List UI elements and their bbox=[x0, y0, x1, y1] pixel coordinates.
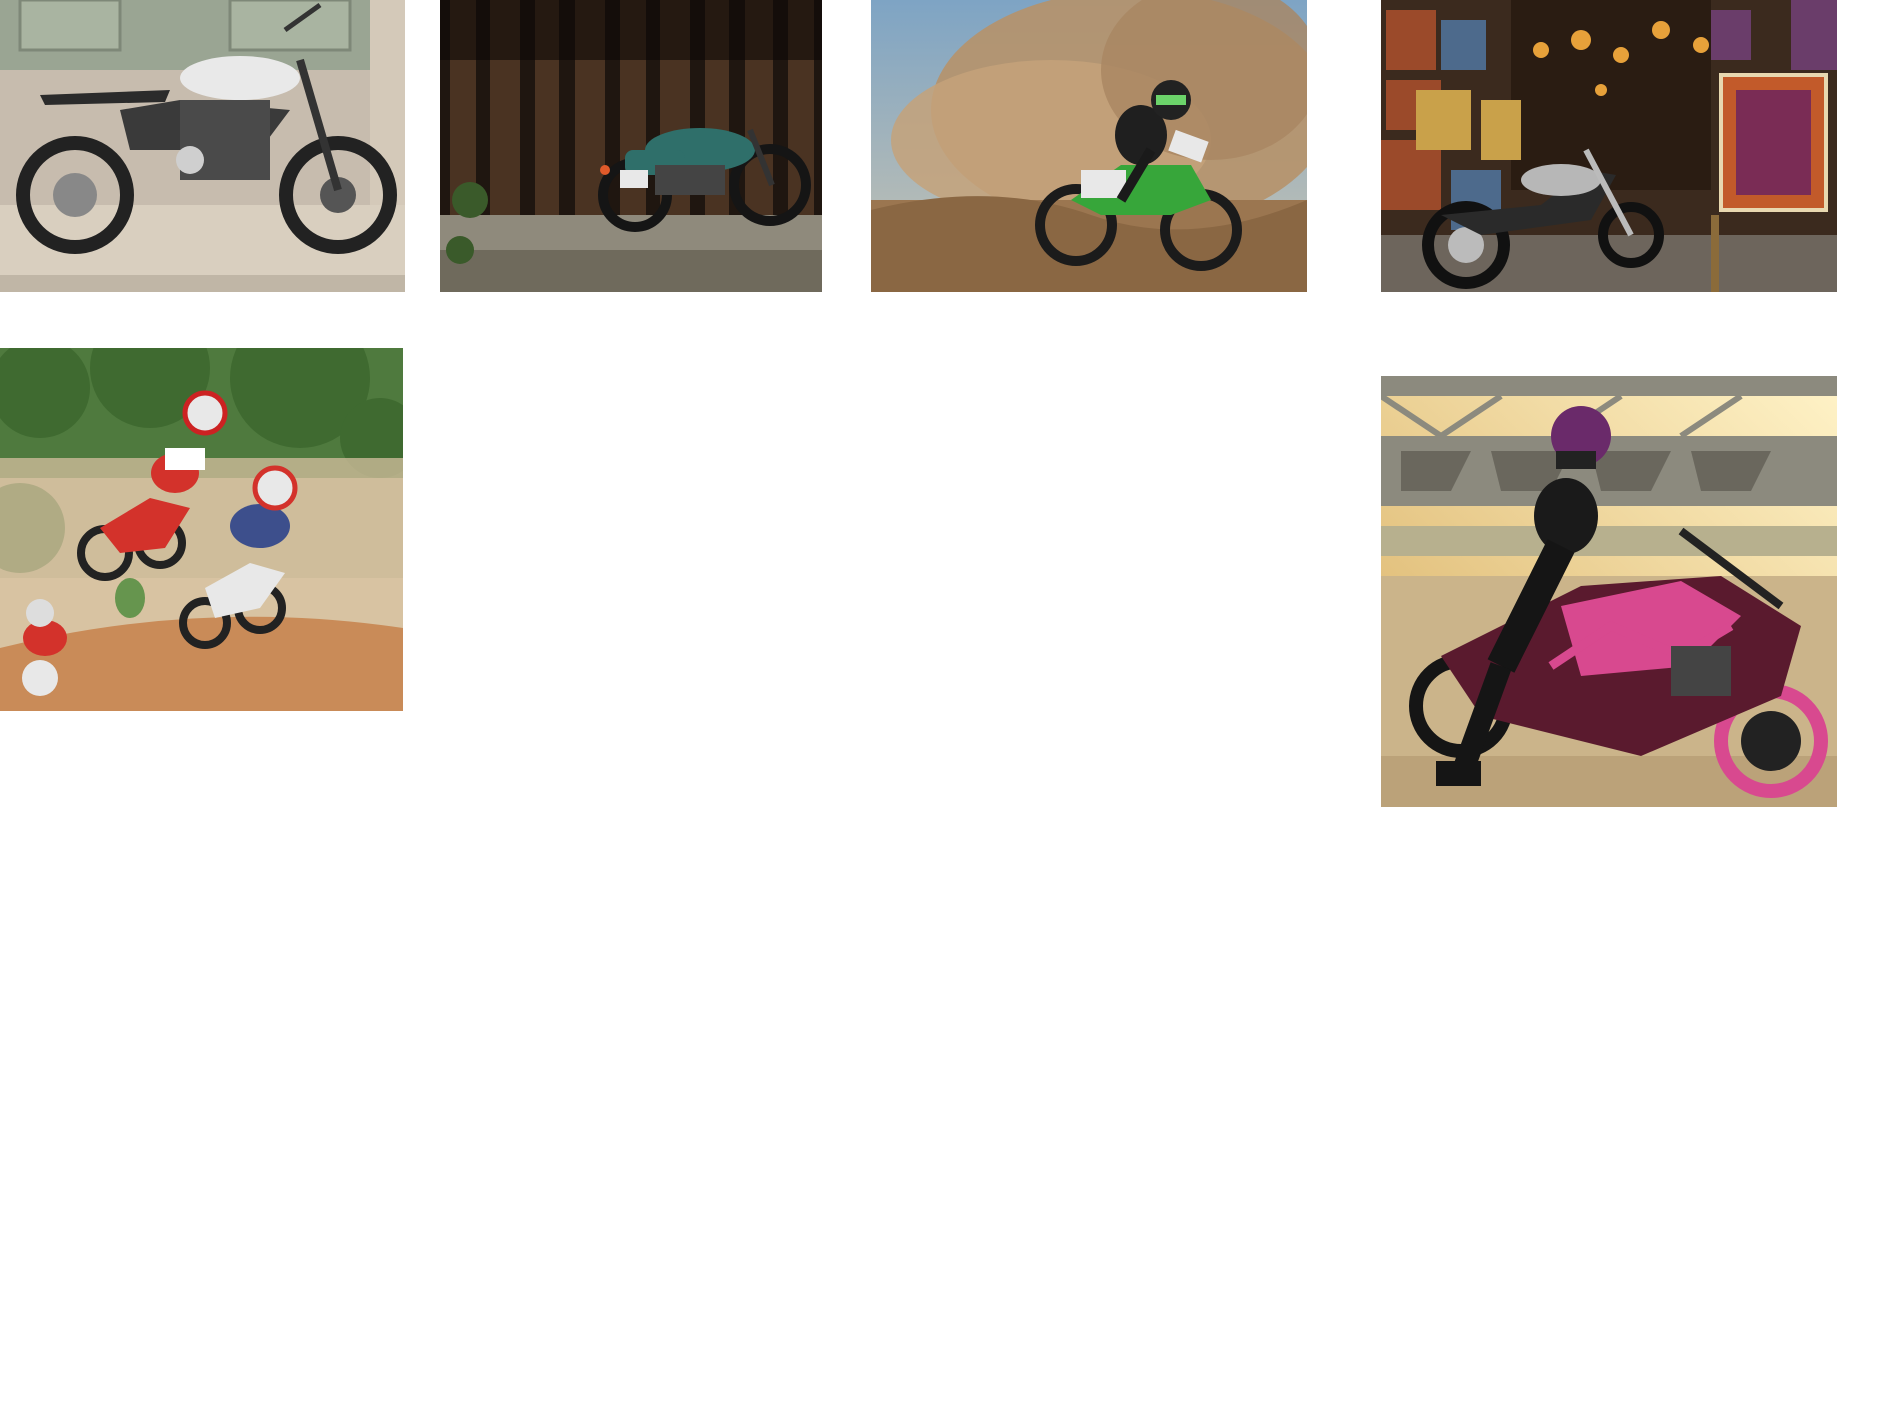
motocross-jump-race-image bbox=[0, 348, 403, 711]
photo-cafe-racer-motorcycle[interactable] bbox=[0, 0, 405, 292]
photo-motocross-jump-race[interactable] bbox=[0, 348, 403, 711]
motocross-rider-dust-image bbox=[871, 0, 1307, 292]
photo-pink-stunt-bike-rider[interactable] bbox=[1381, 376, 1837, 807]
photo-chopper-art-shop[interactable] bbox=[1381, 0, 1837, 292]
photo-motocross-rider-dust[interactable] bbox=[871, 0, 1307, 292]
cafe-racer-motorcycle-image bbox=[0, 0, 405, 292]
photo-gallery bbox=[0, 0, 1890, 1417]
pink-stunt-bike-rider-image bbox=[1381, 376, 1837, 807]
photo-green-classic-motorcycle[interactable] bbox=[440, 0, 822, 292]
chopper-art-shop-image bbox=[1381, 0, 1837, 292]
green-classic-motorcycle-image bbox=[440, 0, 822, 292]
